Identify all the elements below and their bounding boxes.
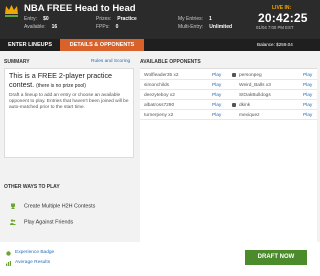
trophy-icon [11,203,15,209]
play-button[interactable]: Play [212,93,221,98]
tab-enter-lineups[interactable]: ENTER LINEUPS [0,39,60,51]
play-button[interactable]: Play [212,113,221,118]
opponent-name: simonchilds [144,82,170,88]
my-entries: My Entries: 1 [178,16,212,22]
balance: Balance: $259.04 [257,42,293,47]
play-button[interactable]: Play [303,73,312,78]
opponents-heading: AVAILABLE OPPONENTS [140,59,201,65]
rules-scoring-link[interactable]: Rules and Scoring [91,59,130,64]
play-button[interactable]: Play [212,83,221,88]
multi-entry: Multi-Entry: Unlimited [178,24,233,30]
play-button[interactable]: Play [303,83,312,88]
chart-icon [6,261,11,266]
entry-fee: Entry: $0 [24,16,49,22]
friends-icon [10,219,16,225]
play-button[interactable]: Play [303,103,312,108]
contest-title: NBA FREE Head to Head [24,3,136,14]
play-button[interactable]: Play [212,73,221,78]
summary-note: (there is no prize pool) [36,82,86,89]
create-multiple-h2h-link[interactable]: Create Multiple H2H Contests [10,203,95,209]
experience-badge-link[interactable]: Experience Badge [15,250,54,255]
contest-dialog: NBA FREE Head to Head Entry: $0 Available… [0,0,320,276]
fpps: FPPs: 0 [96,24,119,30]
opponent-name: Weird_Balls x3 [239,82,271,88]
opponent-name: dkink [239,102,251,108]
opponent-name: StOakBulldogs [239,92,271,98]
summary-description: Draft a lineup to add an entry or choose… [9,93,129,111]
play-button[interactable]: Play [303,113,312,118]
badge-icon [6,251,11,256]
play-against-friends-link[interactable]: Play Against Friends [10,219,73,225]
countdown-clock: 20:42:25 [258,11,308,25]
opponents-list: Wolfleader35 x2 Play personpeg Play simo… [140,68,317,242]
play-button[interactable]: Play [212,103,221,108]
opponent-name: deezyteboy x2 [144,92,175,98]
opponent-name: mexiquez [239,112,260,118]
summary-heading: SUMMARY [4,59,30,65]
opponent-row: simonchilds Play Weird_Balls x3 Play [140,81,317,90]
summary-title: This is a FREE 2-player practice contest… [9,71,113,89]
available-count: Available: 16 [24,24,58,30]
opponent-row: deezyteboy x2 Play StOakBulldogs Play [140,91,317,100]
opponent-name: turnerpeny x2 [144,112,174,118]
avatar [232,103,236,107]
opponent-name: albatross7290 [144,102,175,108]
prizes: Prizes: Practice [96,16,137,22]
average-results-link[interactable]: Average Results [15,260,50,265]
play-button[interactable]: Play [303,93,312,98]
start-time: 01/04 7:00 PM EST [256,25,294,30]
draft-now-button[interactable]: DRAFT NOW [245,250,307,265]
tab-details-opponents[interactable]: DETAILS & OPPONENTS [60,39,144,51]
details-panel: SUMMARY Rules and Scoring This is a FREE… [0,51,320,242]
summary-box: This is a FREE 2-player practice contest… [4,68,134,158]
tab-bar: ENTER LINEUPS DETAILS & OPPONENTS Balanc… [0,39,320,51]
contest-header: NBA FREE Head to Head Entry: $0 Available… [0,0,320,39]
opponent-row: albatross7290 Play dkink Play [140,101,317,110]
other-ways-heading: OTHER WAYS TO PLAY [4,184,60,190]
opponent-name: personpeg [239,72,262,78]
dialog-footer: Experience Badge Average Results DRAFT N… [0,242,320,276]
avatar [232,73,236,77]
opponent-name: Wolfleader35 x2 [144,72,179,78]
opponent-row: Wolfleader35 x2 Play personpeg Play [140,71,317,80]
opponent-row: turnerpeny x2 Play mexiquez Play [140,111,317,120]
dk-crown-icon [5,5,18,17]
